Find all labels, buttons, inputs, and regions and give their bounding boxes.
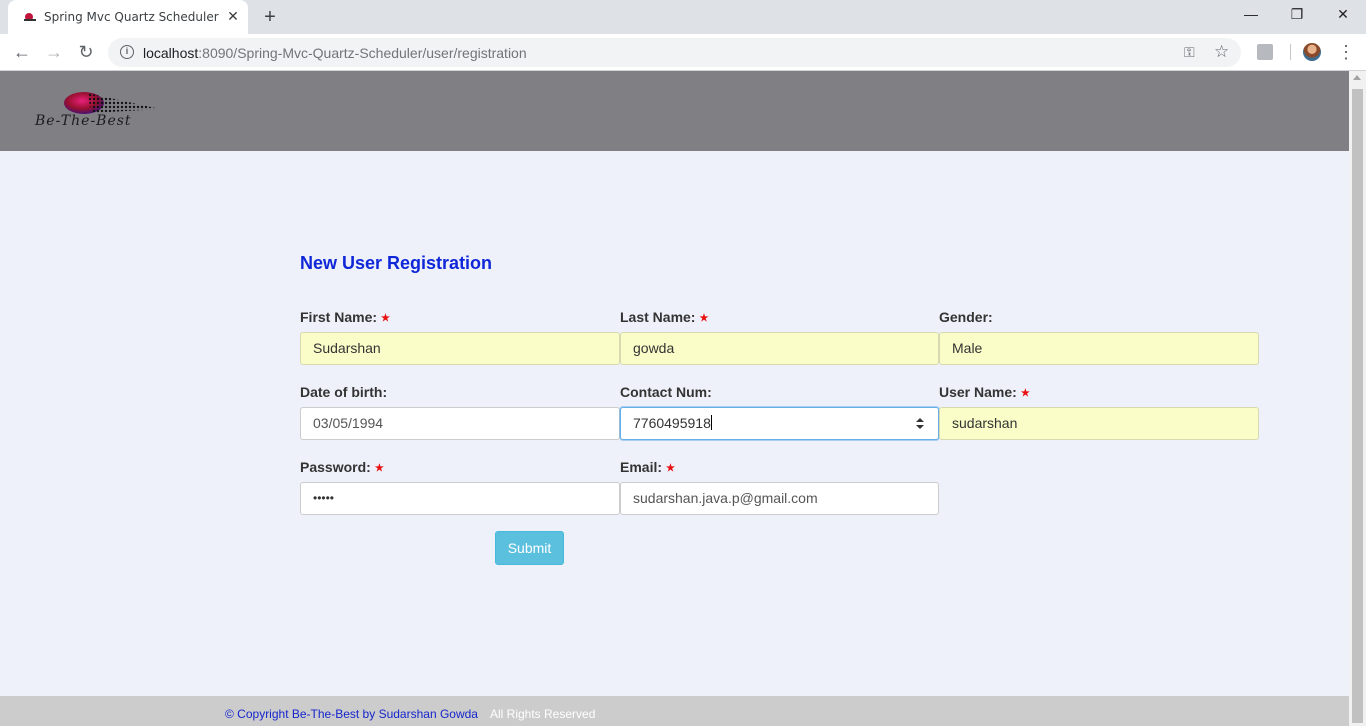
last-name-label: Last Name: ★	[620, 309, 708, 325]
footer-copyright: © Copyright Be-The-Best by Sudarshan Gow…	[225, 707, 478, 721]
toolbar-divider	[1290, 44, 1291, 60]
username-label-text: User Name:	[939, 384, 1017, 400]
window-close-button[interactable]: ✕	[1320, 6, 1366, 26]
contact-value: 7760495918	[633, 415, 711, 431]
form-title: New User Registration	[300, 253, 493, 273]
browser-tab[interactable]: Spring Mvc Quartz Scheduler ✕	[8, 0, 248, 34]
email-label: Email: ★	[620, 459, 675, 475]
text-caret	[710, 415, 712, 430]
extension-icon[interactable]	[1257, 44, 1273, 60]
dob-label: Date of birth:	[300, 384, 388, 400]
last-name-input[interactable]: gowda	[620, 332, 939, 365]
last-name-label-text: Last Name:	[620, 309, 696, 325]
contact-input[interactable]: 7760495918	[620, 407, 939, 440]
page-footer: © Copyright Be-The-Best by Sudarshan Gow…	[0, 696, 1349, 726]
email-label-text: Email:	[620, 459, 663, 475]
password-input[interactable]: •••••	[300, 482, 620, 515]
reload-icon[interactable]: ↻	[74, 41, 98, 63]
required-star-icon: ★	[1020, 388, 1030, 399]
required-star-icon: ★	[699, 313, 709, 324]
contact-label: Contact Num:	[620, 384, 712, 400]
browser-toolbar: ← → ↻ i localhost:8090/Spring-Mvc-Quartz…	[0, 34, 1366, 71]
tab-title: Spring Mvc Quartz Scheduler	[44, 10, 219, 24]
browser-tabstrip: Spring Mvc Quartz Scheduler ✕ + — ❐ ✕	[0, 0, 1366, 34]
scroll-thumb[interactable]	[1352, 89, 1363, 723]
required-star-icon: ★	[374, 463, 384, 474]
window-restore-button[interactable]: ❐	[1274, 6, 1320, 26]
first-name-label: First Name: ★	[300, 309, 390, 325]
url-host: localhost	[143, 45, 199, 61]
first-name-input[interactable]: Sudarshan	[300, 332, 620, 365]
profile-avatar[interactable]	[1303, 43, 1321, 61]
password-label-text: Password:	[300, 459, 371, 475]
bookmark-star-icon[interactable]: ☆	[1214, 42, 1229, 62]
site-logo[interactable]: Be-The-Best	[32, 89, 192, 129]
username-input[interactable]: sudarshan	[939, 407, 1259, 440]
address-bar[interactable]: i localhost:8090/Spring-Mvc-Quartz-Sched…	[108, 38, 1241, 67]
forward-arrow-icon[interactable]: →	[42, 41, 66, 63]
url-path: :8090/Spring-Mvc-Quartz-Scheduler/user/r…	[198, 45, 527, 61]
page-scrollbar[interactable]	[1349, 71, 1366, 726]
submit-button[interactable]: Submit	[495, 531, 564, 565]
tab-close-icon[interactable]: ✕	[225, 8, 241, 24]
number-spinner-icon[interactable]	[916, 418, 924, 430]
site-favicon-icon	[24, 13, 36, 21]
gender-input[interactable]: Male	[939, 332, 1259, 365]
required-star-icon: ★	[666, 463, 675, 474]
dob-input[interactable]: 03/05/1994	[300, 407, 620, 440]
back-arrow-icon[interactable]: ←	[10, 41, 34, 63]
first-name-label-text: First Name:	[300, 309, 378, 325]
new-tab-button[interactable]: +	[259, 6, 281, 28]
key-icon[interactable]: ⚿	[1184, 44, 1195, 61]
email-input[interactable]: sudarshan.java.p@gmail.com	[620, 482, 939, 515]
page-header: Be-The-Best	[0, 71, 1349, 151]
username-label: User Name: ★	[939, 384, 1030, 400]
site-info-icon[interactable]: i	[120, 45, 134, 59]
footer-rights: All Rights Reserved	[490, 707, 596, 721]
password-label: Password: ★	[300, 459, 384, 475]
scroll-up-arrow-icon[interactable]	[1353, 75, 1361, 80]
browser-menu-icon[interactable]: ⋮	[1337, 42, 1355, 62]
logo-text: Be-The-Best	[35, 113, 132, 129]
required-star-icon: ★	[381, 313, 390, 324]
window-minimize-button[interactable]: —	[1228, 6, 1274, 26]
gender-label: Gender:	[939, 309, 993, 325]
url-text[interactable]: localhost:8090/Spring-Mvc-Quartz-Schedul…	[143, 45, 527, 61]
